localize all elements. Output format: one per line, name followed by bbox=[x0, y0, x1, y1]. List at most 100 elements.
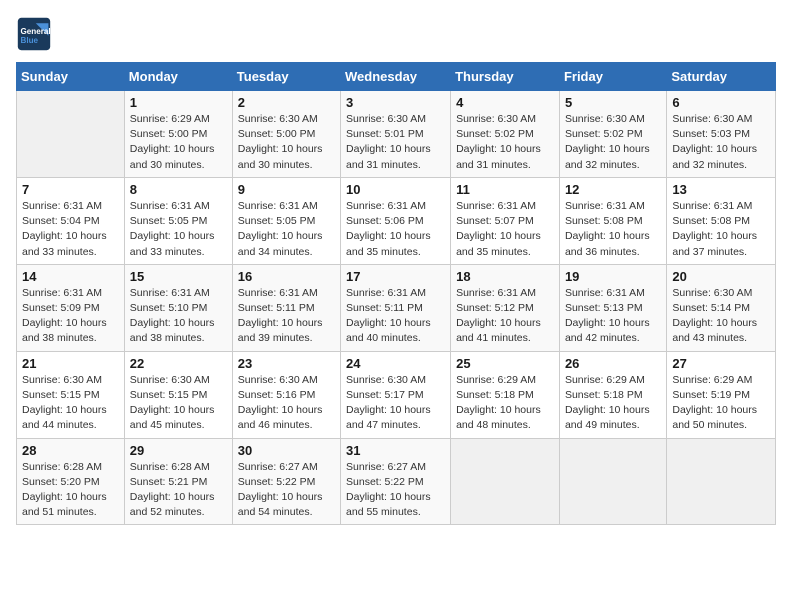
calendar-cell: 21 Sunrise: 6:30 AM Sunset: 5:15 PM Dayli… bbox=[17, 351, 125, 438]
day-number: 11 bbox=[456, 182, 554, 197]
day-info: Sunrise: 6:31 AM Sunset: 5:10 PM Dayligh… bbox=[130, 286, 227, 347]
day-number: 9 bbox=[238, 182, 335, 197]
calendar-cell: 24 Sunrise: 6:30 AM Sunset: 5:17 PM Dayli… bbox=[341, 351, 451, 438]
calendar-cell: 16 Sunrise: 6:31 AM Sunset: 5:11 PM Dayli… bbox=[232, 264, 340, 351]
calendar-cell: 19 Sunrise: 6:31 AM Sunset: 5:13 PM Dayli… bbox=[559, 264, 666, 351]
day-info: Sunrise: 6:30 AM Sunset: 5:14 PM Dayligh… bbox=[672, 286, 770, 347]
svg-text:Blue: Blue bbox=[21, 36, 39, 45]
day-number: 24 bbox=[346, 356, 445, 371]
calendar-week-row: 28Sunrise: 6:28 AM Sunset: 5:20 PM Dayli… bbox=[17, 438, 776, 525]
calendar-cell: 27 Sunrise: 6:29 AM Sunset: 5:19 PM Dayli… bbox=[667, 351, 776, 438]
day-number: 16 bbox=[238, 269, 335, 284]
day-info: Sunrise: 6:31 AM Sunset: 5:04 PM Dayligh… bbox=[22, 199, 119, 260]
day-number: 20 bbox=[672, 269, 770, 284]
day-info: Sunrise: 6:27 AM Sunset: 5:22 PM Dayligh… bbox=[238, 460, 335, 521]
day-info: Sunrise: 6:31 AM Sunset: 5:08 PM Dayligh… bbox=[565, 199, 661, 260]
day-number: 21 bbox=[22, 356, 119, 371]
day-number: 14 bbox=[22, 269, 119, 284]
day-info: Sunrise: 6:30 AM Sunset: 5:15 PM Dayligh… bbox=[130, 373, 227, 434]
day-number: 31 bbox=[346, 443, 445, 458]
day-info: Sunrise: 6:30 AM Sunset: 5:02 PM Dayligh… bbox=[456, 112, 554, 173]
weekday-header: Thursday bbox=[451, 63, 560, 91]
day-info: Sunrise: 6:29 AM Sunset: 5:18 PM Dayligh… bbox=[565, 373, 661, 434]
day-info: Sunrise: 6:30 AM Sunset: 5:17 PM Dayligh… bbox=[346, 373, 445, 434]
calendar-cell: 1 Sunrise: 6:29 AM Sunset: 5:00 PM Daylig… bbox=[124, 91, 232, 178]
day-info: Sunrise: 6:30 AM Sunset: 5:16 PM Dayligh… bbox=[238, 373, 335, 434]
day-info: Sunrise: 6:31 AM Sunset: 5:09 PM Dayligh… bbox=[22, 286, 119, 347]
calendar-cell: 9Sunrise: 6:31 AM Sunset: 5:05 PM Daylig… bbox=[232, 177, 340, 264]
day-info: Sunrise: 6:30 AM Sunset: 5:15 PM Dayligh… bbox=[22, 373, 119, 434]
logo-icon: General Blue bbox=[16, 16, 52, 52]
day-number: 6 bbox=[672, 95, 770, 110]
day-number: 13 bbox=[672, 182, 770, 197]
calendar-cell bbox=[17, 91, 125, 178]
calendar-cell: 29Sunrise: 6:28 AM Sunset: 5:21 PM Dayli… bbox=[124, 438, 232, 525]
calendar-week-row: 7 Sunrise: 6:31 AM Sunset: 5:04 PM Daylig… bbox=[17, 177, 776, 264]
day-number: 1 bbox=[130, 95, 227, 110]
calendar-cell: 17Sunrise: 6:31 AM Sunset: 5:11 PM Dayli… bbox=[341, 264, 451, 351]
weekday-header: Saturday bbox=[667, 63, 776, 91]
day-info: Sunrise: 6:30 AM Sunset: 5:02 PM Dayligh… bbox=[565, 112, 661, 173]
day-number: 26 bbox=[565, 356, 661, 371]
calendar-header: SundayMondayTuesdayWednesdayThursdayFrid… bbox=[17, 63, 776, 91]
day-number: 19 bbox=[565, 269, 661, 284]
calendar-cell bbox=[559, 438, 666, 525]
day-info: Sunrise: 6:30 AM Sunset: 5:00 PM Dayligh… bbox=[238, 112, 335, 173]
weekday-header: Monday bbox=[124, 63, 232, 91]
day-info: Sunrise: 6:31 AM Sunset: 5:05 PM Dayligh… bbox=[130, 199, 227, 260]
calendar-week-row: 21 Sunrise: 6:30 AM Sunset: 5:15 PM Dayli… bbox=[17, 351, 776, 438]
calendar-cell: 7 Sunrise: 6:31 AM Sunset: 5:04 PM Daylig… bbox=[17, 177, 125, 264]
calendar-cell: 15 Sunrise: 6:31 AM Sunset: 5:10 PM Dayli… bbox=[124, 264, 232, 351]
day-info: Sunrise: 6:27 AM Sunset: 5:22 PM Dayligh… bbox=[346, 460, 445, 521]
day-number: 28 bbox=[22, 443, 119, 458]
day-info: Sunrise: 6:29 AM Sunset: 5:00 PM Dayligh… bbox=[130, 112, 227, 173]
calendar-week-row: 14 Sunrise: 6:31 AM Sunset: 5:09 PM Dayli… bbox=[17, 264, 776, 351]
day-info: Sunrise: 6:29 AM Sunset: 5:19 PM Dayligh… bbox=[672, 373, 770, 434]
weekday-header: Wednesday bbox=[341, 63, 451, 91]
day-number: 30 bbox=[238, 443, 335, 458]
weekday-header: Tuesday bbox=[232, 63, 340, 91]
day-info: Sunrise: 6:31 AM Sunset: 5:13 PM Dayligh… bbox=[565, 286, 661, 347]
calendar-cell: 10Sunrise: 6:31 AM Sunset: 5:06 PM Dayli… bbox=[341, 177, 451, 264]
calendar-cell: 22 Sunrise: 6:30 AM Sunset: 5:15 PM Dayli… bbox=[124, 351, 232, 438]
calendar-cell bbox=[667, 438, 776, 525]
page-header: General Blue bbox=[16, 16, 776, 52]
calendar-cell: 11 Sunrise: 6:31 AM Sunset: 5:07 PM Dayli… bbox=[451, 177, 560, 264]
day-number: 15 bbox=[130, 269, 227, 284]
calendar-table: SundayMondayTuesdayWednesdayThursdayFrid… bbox=[16, 62, 776, 525]
calendar-cell: 25Sunrise: 6:29 AM Sunset: 5:18 PM Dayli… bbox=[451, 351, 560, 438]
weekday-header: Friday bbox=[559, 63, 666, 91]
day-number: 3 bbox=[346, 95, 445, 110]
calendar-body: 1 Sunrise: 6:29 AM Sunset: 5:00 PM Daylig… bbox=[17, 91, 776, 525]
calendar-cell: 20 Sunrise: 6:30 AM Sunset: 5:14 PM Dayli… bbox=[667, 264, 776, 351]
day-number: 23 bbox=[238, 356, 335, 371]
day-number: 2 bbox=[238, 95, 335, 110]
calendar-week-row: 1 Sunrise: 6:29 AM Sunset: 5:00 PM Daylig… bbox=[17, 91, 776, 178]
day-info: Sunrise: 6:30 AM Sunset: 5:03 PM Dayligh… bbox=[672, 112, 770, 173]
svg-text:General: General bbox=[21, 27, 51, 36]
calendar-cell: 12Sunrise: 6:31 AM Sunset: 5:08 PM Dayli… bbox=[559, 177, 666, 264]
day-number: 7 bbox=[22, 182, 119, 197]
calendar-cell: 4 Sunrise: 6:30 AM Sunset: 5:02 PM Daylig… bbox=[451, 91, 560, 178]
calendar-cell bbox=[451, 438, 560, 525]
day-info: Sunrise: 6:31 AM Sunset: 5:07 PM Dayligh… bbox=[456, 199, 554, 260]
weekday-header: Sunday bbox=[17, 63, 125, 91]
calendar-cell: 3Sunrise: 6:30 AM Sunset: 5:01 PM Daylig… bbox=[341, 91, 451, 178]
day-number: 5 bbox=[565, 95, 661, 110]
day-number: 18 bbox=[456, 269, 554, 284]
day-number: 4 bbox=[456, 95, 554, 110]
calendar-cell: 28Sunrise: 6:28 AM Sunset: 5:20 PM Dayli… bbox=[17, 438, 125, 525]
logo: General Blue bbox=[16, 16, 52, 52]
day-info: Sunrise: 6:31 AM Sunset: 5:06 PM Dayligh… bbox=[346, 199, 445, 260]
calendar-cell: 14 Sunrise: 6:31 AM Sunset: 5:09 PM Dayli… bbox=[17, 264, 125, 351]
weekday-row: SundayMondayTuesdayWednesdayThursdayFrid… bbox=[17, 63, 776, 91]
calendar-cell: 6 Sunrise: 6:30 AM Sunset: 5:03 PM Daylig… bbox=[667, 91, 776, 178]
day-info: Sunrise: 6:31 AM Sunset: 5:11 PM Dayligh… bbox=[346, 286, 445, 347]
day-number: 29 bbox=[130, 443, 227, 458]
day-number: 27 bbox=[672, 356, 770, 371]
calendar-cell: 13Sunrise: 6:31 AM Sunset: 5:08 PM Dayli… bbox=[667, 177, 776, 264]
day-number: 22 bbox=[130, 356, 227, 371]
calendar-cell: 26 Sunrise: 6:29 AM Sunset: 5:18 PM Dayli… bbox=[559, 351, 666, 438]
calendar-cell: 2 Sunrise: 6:30 AM Sunset: 5:00 PM Daylig… bbox=[232, 91, 340, 178]
day-info: Sunrise: 6:31 AM Sunset: 5:11 PM Dayligh… bbox=[238, 286, 335, 347]
